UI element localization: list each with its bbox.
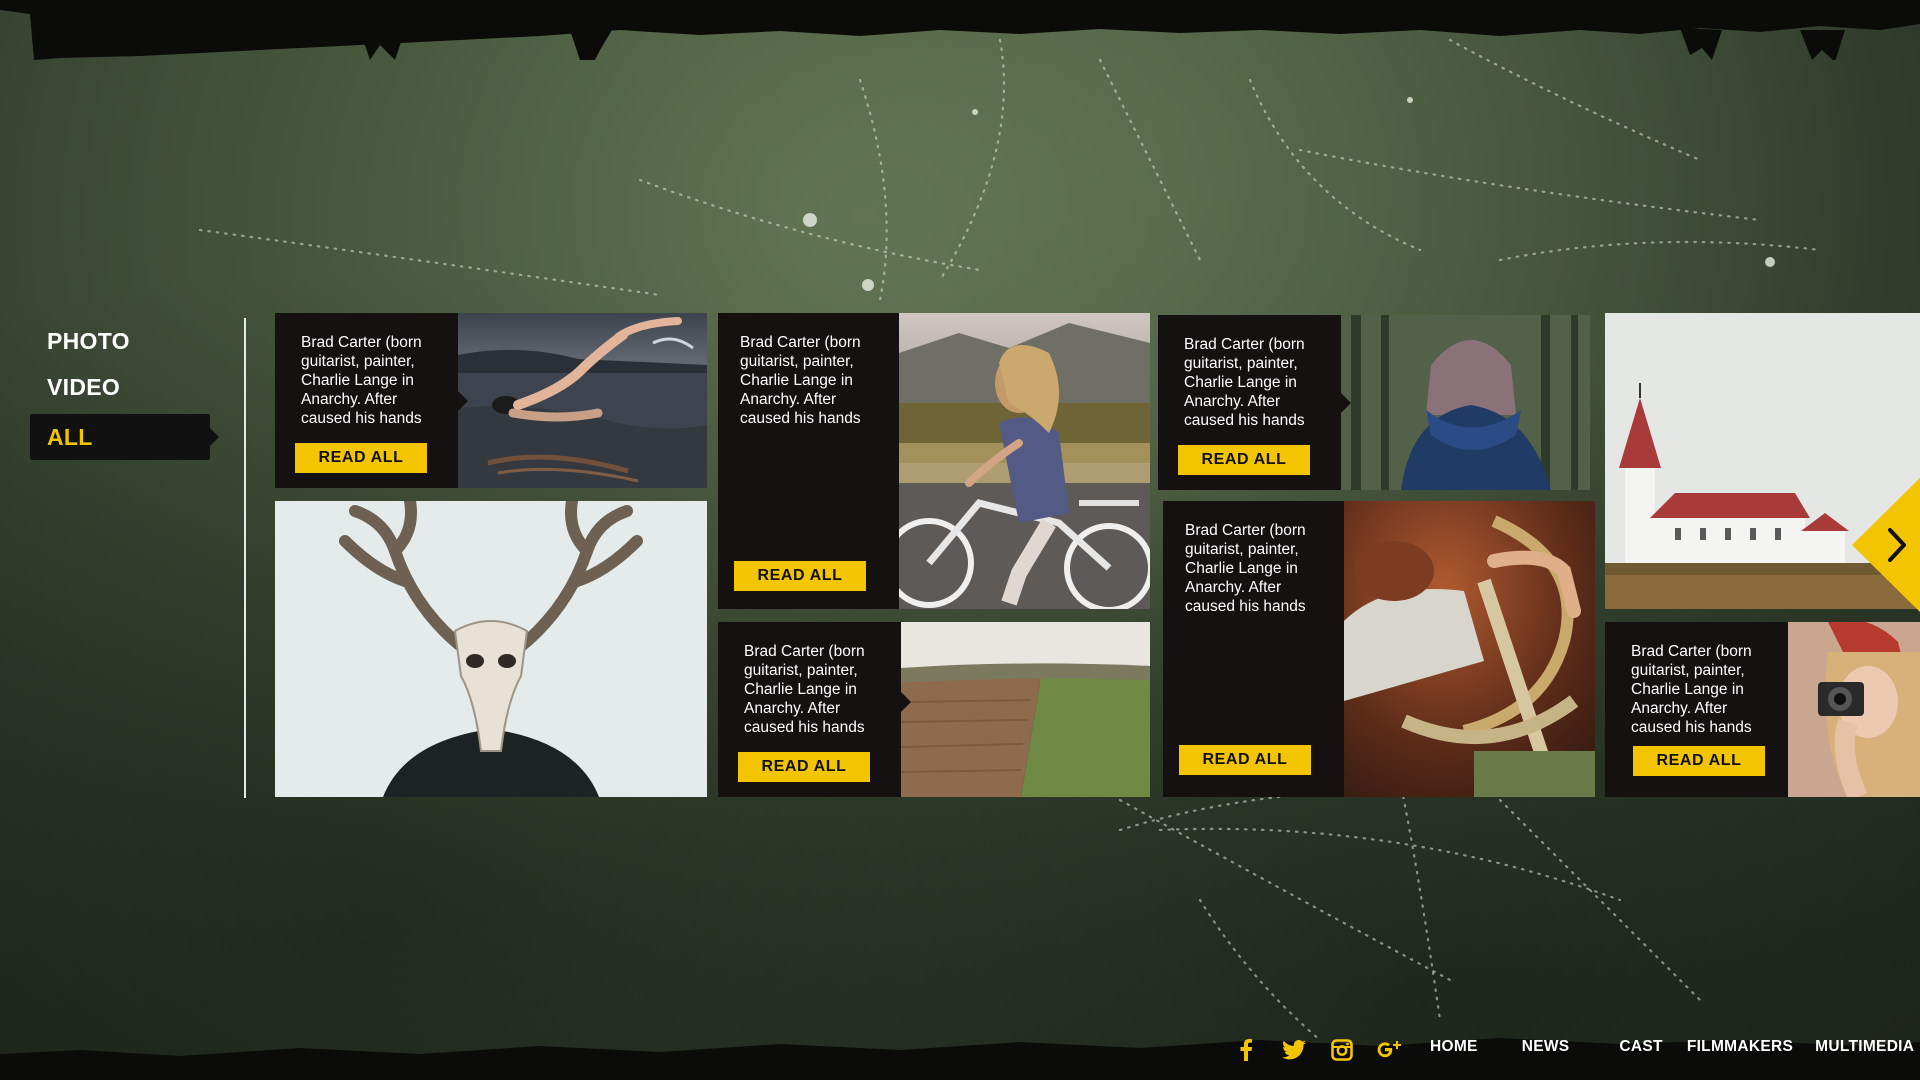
gallery-card-field[interactable]: Brad Carter (born guitarist, painter, Ch…	[718, 622, 1150, 797]
nav-divider	[244, 318, 246, 798]
card-text-panel: Brad Carter (born guitarist, painter, Ch…	[1158, 315, 1341, 490]
card-description: Brad Carter (born guitarist, painter, Ch…	[1184, 336, 1305, 429]
deer-skull-photo	[275, 501, 707, 797]
girl-on-bike-photo	[899, 313, 1150, 609]
camera-girl-photo	[1788, 622, 1920, 797]
read-all-button[interactable]: READ ALL	[734, 561, 866, 591]
category-filter-nav: PHOTO VIDEO ALL	[30, 318, 220, 460]
gallery-card-deer-skull[interactable]	[275, 501, 707, 797]
gallery-card-camera[interactable]: Brad Carter (born guitarist, painter, Ch…	[1605, 622, 1920, 797]
read-all-button[interactable]: READ ALL	[1178, 445, 1310, 475]
gallery-card-hood[interactable]: Brad Carter (born guitarist, painter, Ch…	[1158, 315, 1590, 490]
card-description: Brad Carter (born guitarist, painter, Ch…	[740, 334, 861, 427]
nav-home[interactable]: HOME	[1430, 1038, 1478, 1056]
card-pointer	[901, 692, 911, 712]
gallery-card-swimmer[interactable]: Brad Carter (born guitarist, painter, Ch…	[275, 313, 707, 488]
read-all-button[interactable]: READ ALL	[738, 752, 870, 782]
card-text-panel: Brad Carter (born guitarist, painter, Ch…	[275, 313, 458, 488]
steering-wheel-photo	[1344, 501, 1595, 797]
card-text-panel: Brad Carter (born guitarist, painter, Ch…	[1163, 501, 1344, 797]
card-description: Brad Carter (born guitarist, painter, Ch…	[301, 334, 422, 427]
instagram-icon[interactable]	[1318, 1036, 1366, 1064]
torn-edge-top	[0, 0, 1920, 60]
card-pointer	[1341, 393, 1351, 413]
google-plus-icon[interactable]	[1366, 1036, 1414, 1064]
card-text-panel: Brad Carter (born guitarist, painter, Ch…	[718, 622, 901, 797]
next-page-button[interactable]	[1852, 478, 1920, 612]
read-all-button[interactable]: READ ALL	[1633, 746, 1765, 776]
nav-multimedia[interactable]: MULTIMEDIA	[1815, 1038, 1914, 1056]
read-all-button[interactable]: READ ALL	[295, 443, 427, 473]
facebook-icon[interactable]	[1222, 1036, 1270, 1064]
card-description: Brad Carter (born guitarist, painter, Ch…	[1185, 522, 1306, 615]
card-text-panel: Brad Carter (born guitarist, painter, Ch…	[718, 313, 899, 609]
nav-cast[interactable]: CAST	[1619, 1038, 1662, 1056]
twitter-icon[interactable]	[1270, 1036, 1318, 1064]
gallery-card-bike[interactable]: Brad Carter (born guitarist, painter, Ch…	[718, 313, 1150, 609]
card-description: Brad Carter (born guitarist, painter, Ch…	[1631, 643, 1752, 736]
filter-photo[interactable]: PHOTO	[30, 318, 220, 364]
swimmer-photo	[458, 313, 707, 488]
gallery-card-steering[interactable]: Brad Carter (born guitarist, painter, Ch…	[1163, 501, 1595, 797]
social-links	[1222, 1036, 1414, 1064]
plowed-field-photo	[901, 622, 1150, 797]
footer-nav: HOME NEWS CAST FILMMAKERS MULTIMEDIA	[1430, 1038, 1914, 1056]
blue-hood-photo	[1341, 315, 1590, 490]
card-pointer	[458, 391, 468, 411]
card-description: Brad Carter (born guitarist, painter, Ch…	[744, 643, 865, 736]
nav-filmmakers[interactable]: FILMMAKERS	[1687, 1038, 1793, 1056]
filter-all[interactable]: ALL	[30, 414, 219, 460]
nav-news[interactable]: NEWS	[1522, 1038, 1570, 1056]
read-all-button[interactable]: READ ALL	[1179, 745, 1311, 775]
filter-video[interactable]: VIDEO	[30, 364, 220, 410]
card-text-panel: Brad Carter (born guitarist, painter, Ch…	[1605, 622, 1788, 797]
